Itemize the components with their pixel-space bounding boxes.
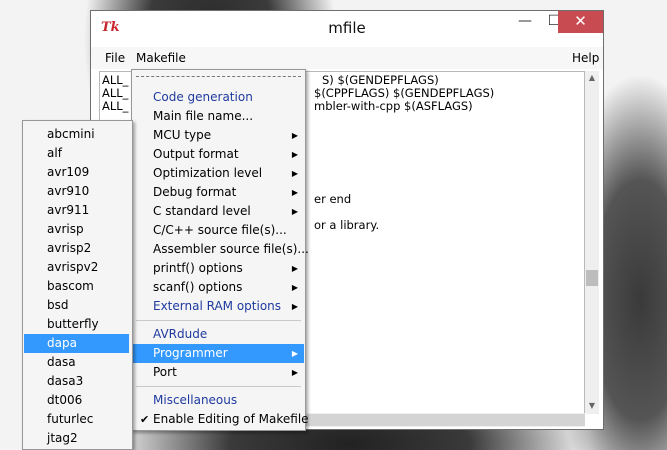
- menu-item-label: scanf() options: [153, 280, 243, 294]
- editor-line: $(CPPFLAGS) $(GENDEPFLAGS): [314, 86, 495, 100]
- programmer-item-avrispv2[interactable]: avrispv2: [24, 258, 129, 277]
- programmer-item-butterfly[interactable]: butterfly: [24, 315, 129, 334]
- scroll-up-icon[interactable]: ▲: [585, 73, 599, 82]
- menu-item-label: Miscellaneous: [153, 393, 238, 407]
- editor-line: ALL_: [102, 86, 129, 100]
- menu-item-label: Debug format: [153, 185, 237, 199]
- submenu-arrow-icon: ▶: [291, 302, 298, 311]
- menu-bar: File Makefile Help: [91, 47, 603, 69]
- editor-line: ALL_: [102, 73, 129, 87]
- checkmark-icon: ✔: [140, 413, 150, 426]
- menu-item-label: AVRdude: [153, 327, 208, 341]
- submenu-arrow-icon: ▶: [291, 207, 298, 216]
- menu-item-assembler-source-files[interactable]: Assembler source file(s)...: [133, 240, 309, 259]
- editor-line: ALL_: [102, 99, 129, 113]
- menu-item-label: External RAM options: [153, 299, 282, 313]
- menu-separator: [136, 320, 301, 321]
- programmer-item-abcmini[interactable]: abcmini: [24, 125, 129, 144]
- menu-item-programmer[interactable]: Programmer ▶: [133, 344, 304, 363]
- editor-line: mbler-with-cpp $(ASFLAGS): [314, 99, 473, 113]
- menu-item-label: Output format: [153, 147, 239, 161]
- programmer-item-avrisp[interactable]: avrisp: [24, 220, 129, 239]
- menu-item-c-standard-level[interactable]: C standard level ▶: [133, 202, 304, 221]
- menu-item-label: MCU type: [153, 128, 212, 142]
- programmer-item-dasa[interactable]: dasa: [24, 353, 129, 372]
- programmer-item-dt006[interactable]: dt006: [24, 391, 129, 410]
- title-bar[interactable]: Tk mfile — ☐ ✕: [91, 11, 603, 47]
- menu-item-label: Assembler source file(s)...: [153, 242, 309, 256]
- editor-line: or a library.: [314, 218, 380, 232]
- submenu-arrow-icon: ▶: [291, 131, 298, 140]
- menu-item-external-ram-options[interactable]: External RAM options ▶: [133, 297, 304, 316]
- menu-heading-avrdude[interactable]: AVRdude: [133, 325, 304, 344]
- editor-line: er end: [314, 192, 352, 206]
- menu-heading-code-generation[interactable]: Code generation: [133, 88, 304, 107]
- submenu-arrow-icon: ▶: [291, 264, 298, 273]
- programmer-item-bsd[interactable]: bsd: [24, 296, 129, 315]
- submenu-arrow-icon: ▶: [291, 169, 298, 178]
- menu-item-enable-editing[interactable]: ✔ Enable Editing of Makefile: [133, 410, 309, 429]
- programmer-submenu: abcmini alf avr109 avr910 avr911 avrisp …: [22, 120, 133, 450]
- menu-item-scanf-options[interactable]: scanf() options ▶: [133, 278, 304, 297]
- menu-item-main-file-name[interactable]: Main file name...: [133, 107, 304, 126]
- programmer-item-jtag2[interactable]: jtag2: [24, 429, 129, 448]
- menu-item-label: Enable Editing of Makefile: [153, 412, 309, 426]
- menu-file[interactable]: File: [105, 51, 125, 65]
- minimize-button[interactable]: —: [510, 11, 540, 33]
- menu-help[interactable]: Help: [572, 51, 599, 65]
- scrollbar-thumb[interactable]: [586, 270, 598, 286]
- menu-item-output-format[interactable]: Output format ▶: [133, 145, 304, 164]
- submenu-arrow-icon: ▶: [291, 283, 298, 292]
- submenu-arrow-icon: ▶: [291, 188, 298, 197]
- menu-item-label: Port: [153, 365, 177, 379]
- menu-item-mcu-type[interactable]: MCU type ▶: [133, 126, 304, 145]
- tearoff-line[interactable]: [136, 76, 301, 77]
- programmer-item-alf[interactable]: alf: [24, 144, 129, 163]
- menu-item-label: Main file name...: [153, 109, 254, 123]
- menu-item-c-source-files[interactable]: C/C++ source file(s)...: [133, 221, 304, 240]
- programmer-item-avr109[interactable]: avr109: [24, 163, 129, 182]
- makefile-dropdown-menu: Code generation Main file name... MCU ty…: [131, 69, 309, 431]
- submenu-arrow-icon: ▶: [291, 150, 298, 159]
- menu-item-label: Programmer: [153, 346, 228, 360]
- programmer-item-avr910[interactable]: avr910: [24, 182, 129, 201]
- menu-item-label: C standard level: [153, 204, 251, 218]
- programmer-item-futurlec[interactable]: futurlec: [24, 410, 129, 429]
- menu-item-label: printf() options: [153, 261, 243, 275]
- submenu-arrow-icon: ▶: [291, 368, 298, 377]
- submenu-arrow-icon: ▶: [291, 349, 298, 358]
- menu-item-label: Optimization level: [153, 166, 263, 180]
- scroll-down-icon[interactable]: ▼: [585, 401, 599, 410]
- close-button[interactable]: ✕: [558, 11, 603, 33]
- programmer-item-avr911[interactable]: avr911: [24, 201, 129, 220]
- menu-item-port[interactable]: Port ▶: [133, 363, 304, 382]
- menu-item-printf-options[interactable]: printf() options ▶: [133, 259, 304, 278]
- programmer-item-dapa[interactable]: dapa: [24, 334, 129, 353]
- menu-heading-miscellaneous[interactable]: Miscellaneous: [133, 391, 304, 410]
- programmer-item-bascom[interactable]: bascom: [24, 277, 129, 296]
- programmer-item-avrisp2[interactable]: avrisp2: [24, 239, 129, 258]
- menu-item-debug-format[interactable]: Debug format ▶: [133, 183, 304, 202]
- menu-item-label: Code generation: [153, 90, 253, 104]
- programmer-item-dasa3[interactable]: dasa3: [24, 372, 129, 391]
- editor-line: S) $(GENDEPFLAGS): [322, 73, 439, 87]
- vertical-scrollbar[interactable]: ▲ ▼: [585, 71, 599, 414]
- menu-item-optimization-level[interactable]: Optimization level ▶: [133, 164, 304, 183]
- menu-makefile[interactable]: Makefile: [136, 51, 186, 65]
- menu-separator: [136, 386, 301, 387]
- menu-item-label: C/C++ source file(s)...: [153, 223, 287, 237]
